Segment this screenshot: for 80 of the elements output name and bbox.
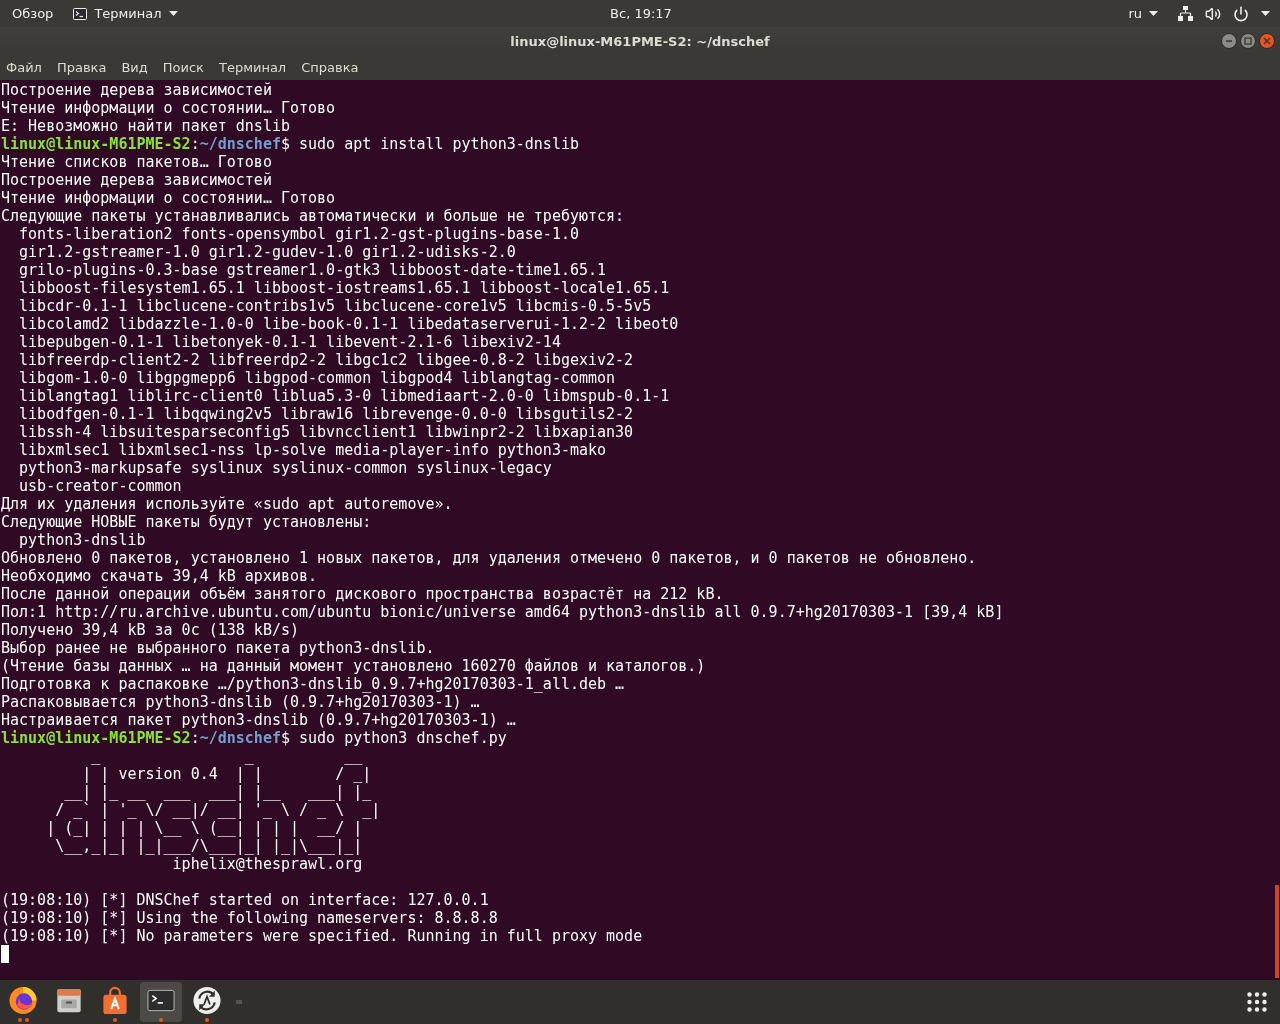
app-menu-button[interactable]: Терминал	[73, 3, 178, 24]
caret-icon	[168, 11, 178, 16]
output-line: (19:08:10) [*] Using the following nameservers: 8.8.8.8	[1, 909, 498, 927]
ascii-banner-line: / _` | '_ \/ __|/ __| '_ \ / _ \ _|	[54, 801, 381, 819]
output-line: libodfgen-0.1-1 libqqwing2v5 libraw16 librevenge-0.0-0 libsgutils2-2	[18, 405, 634, 423]
keyboard-layout-menu[interactable]: ru	[1128, 3, 1158, 24]
output-line: Настраивается пакет python3-dnslib (0.9.7+hg20170303-1) …	[1, 711, 516, 729]
output-line: libepubgen-0.1-1 libetonyek-0.1-1 libevent-2.1-6 libexiv2-14	[18, 333, 561, 351]
ascii-banner-line: | | version 0.4 | | / _|	[81, 765, 372, 783]
close-icon	[1263, 37, 1271, 45]
output-line: libxmlsec1 libxmlsec1-nss lp-solve media-player-info python3-mako	[18, 441, 607, 459]
maximize-icon	[1244, 37, 1252, 45]
output-line: python3-markupsafe syslinux syslinux-common syslinux-legacy	[18, 459, 552, 477]
network-icon	[1178, 6, 1193, 21]
menu-item[interactable]: Файл	[4, 56, 44, 79]
output-line: Обновлено 0 пакетов, установлено 1 новых пакетов, для удаления отмечено 0 пакетов, и 0 пакетов не обновлено.	[1, 549, 977, 567]
show-applications-button[interactable]	[1247, 992, 1267, 1012]
output-line: Получено 39,4 kB за 0с (138 kB/s)	[1, 621, 299, 639]
ascii-banner-line: \__,_|_| |_|___/\___|_| |_|\___|_|	[54, 837, 363, 855]
output-line: libboost-filesystem1.65.1 libboost-iostreams1.65.1 libboost-locale1.65.1	[18, 279, 670, 297]
output-line: usb-creator-common	[18, 477, 182, 495]
refresh-icon	[192, 986, 222, 1015]
output-line: Чтение информации о состоянии… Готово	[1, 189, 336, 207]
output-line: После данной операции объём занятого дискового пространства возрастёт на 212 kB.	[1, 585, 724, 603]
output-line: libcdr-0.1-1 libclucene-contribs1v5 libclucene-core1v5 libcmis-0.5-5v5	[18, 297, 652, 315]
output-line: E: Невозможно найти пакет dnslib	[1, 117, 290, 135]
caret-icon	[1149, 11, 1158, 16]
ascii-banner-line: _ _ __	[90, 747, 363, 765]
minimize-icon	[1225, 37, 1233, 45]
output-line: gir1.2-gstreamer-1.0 gir1.2-gudev-1.0 gir1.2-udisks-2.0	[18, 243, 516, 261]
output-line: Для их удаления используйте «sudo apt autoremove».	[1, 495, 453, 513]
system-menu-button[interactable]	[1178, 3, 1270, 24]
activities-button[interactable]: Обзор	[12, 3, 54, 24]
menu-item[interactable]: Вид	[119, 56, 150, 79]
shopping-bag-icon	[100, 986, 130, 1015]
output-line: Подготовка к распаковке …/python3-dnslib_0.9.7+hg20170303-1_all.deb …	[1, 675, 625, 693]
menu-item[interactable]: Терминал	[216, 56, 289, 79]
minimize-button[interactable]	[1221, 33, 1237, 49]
output-line: Пол:1 http://ru.archive.ubuntu.com/ubuntu bionic/universe amd64 python3-dnslib all 0.9.7+hg20170303-1 [39,4 kB]	[1, 603, 1004, 621]
clock-button[interactable]: Вс, 19:17	[610, 3, 672, 24]
output-line: Выбор ранее не выбранного пакета python3-dnslib.	[1, 639, 435, 657]
output-line: (19:08:10) [*] No parameters were specified. Running in full proxy mode	[1, 927, 643, 945]
dock-launcher[interactable]	[140, 982, 182, 1022]
ascii-banner-line: | (_| | | | \__ \ (__| | | | __/ |	[45, 819, 363, 837]
output-line: Следующие НОВЫЕ пакеты будут установлены:	[1, 513, 372, 531]
output-line: libfreerdp-client2-2 libfreerdp2-2 libgc1c2 libgee-0.8-2 libgexiv2-2	[18, 351, 634, 369]
terminal-icon	[73, 7, 88, 20]
close-button[interactable]	[1259, 33, 1275, 49]
menu-item[interactable]: Правка	[54, 56, 109, 79]
output-line: libssh-4 libsuitesparseconfig5 libvncclient1 libwinpr2-2 libxapian30	[18, 423, 634, 441]
output-line: (19:08:10) [*] DNSChef started on interface: 127.0.0.1	[1, 891, 489, 909]
command-line: linux@linux-M61PME-S2:~/dnschef$ sudo python3 dnschef.py	[1, 729, 507, 747]
output-line: libgom-1.0-0 libgpgmepp6 libgpod-common libgpod4 liblangtag-common	[18, 369, 616, 387]
menu-item[interactable]: Поиск	[160, 56, 206, 79]
output-line: Построение дерева зависимостей	[1, 81, 272, 99]
output-line: Необходимо скачать 39,4 kB архивов.	[1, 567, 318, 585]
power-icon	[1233, 5, 1249, 22]
output-line: Следующие пакеты устанавливались автоматически и больше не требуются:	[1, 207, 625, 225]
ascii-banner-line: iphelix@thesprawl.org	[171, 855, 363, 873]
caret-icon	[1261, 11, 1270, 16]
menu-item[interactable]: Справка	[299, 56, 361, 79]
volume-icon	[1205, 5, 1221, 22]
output-line: libcolamd2 libdazzle-1.0-0 libe-book-0.1-1 libedataserverui-1.2-2 libeot0	[18, 315, 679, 333]
output-line: Чтение информации о состоянии… Готово	[1, 99, 336, 117]
window-preview-icon	[236, 1000, 242, 1004]
maximize-button[interactable]	[1240, 33, 1256, 49]
command-line: linux@linux-M61PME-S2:~/dnschef$ sudo apt install python3-dnslib	[1, 135, 579, 153]
output-line: grilo-plugins-0.3-base gstreamer1.0-gtk3 libboost-date-time1.65.1	[18, 261, 607, 279]
ascii-banner-line: __| |_ __ ___ ___| |__ ___| |_	[63, 783, 372, 801]
app-grid-icon	[1247, 992, 1267, 1012]
scrollbar-thumb[interactable]	[1275, 885, 1279, 978]
output-line: fonts-liberation2 fonts-opensymbol gir1.2-gst-plugins-base-1.0	[18, 225, 579, 243]
output-line: python3-dnslib	[18, 531, 146, 549]
globe-icon	[8, 986, 38, 1015]
output-line: liblangtag1 liblirc-client0 liblua5.3-0 libmediaart-2.0-0 libmspub-0.1-1	[18, 387, 670, 405]
output-line: Чтение списков пакетов… Готово	[1, 153, 272, 171]
window-title: linux@linux-M61PME-S2: ~/dnschef	[510, 33, 770, 49]
output-line: Построение дерева зависимостей	[1, 171, 272, 189]
output-line: Распаковывается python3-dnslib (0.9.7+hg20170303-1) …	[1, 693, 480, 711]
output-line: (Чтение базы данных … на данный момент установлено 160270 файлов и каталогов.)	[1, 657, 706, 675]
